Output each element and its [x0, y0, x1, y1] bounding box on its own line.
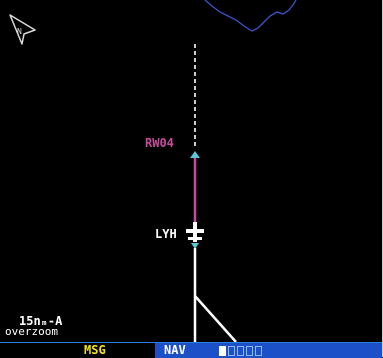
north-arrow-icon[interactable]: N — [9, 14, 36, 45]
route-lines — [193, 248, 237, 342]
map-scale: 15nₘ-A overzoom — [5, 315, 62, 337]
scale-note: overzoom — [5, 325, 58, 338]
waypoint-triangle-icon[interactable] — [190, 151, 200, 158]
terrain-outline — [204, 0, 297, 32]
gps-map-screen: N RW04 LYH 15nₘ-A overzoom MSG NAV — [0, 0, 383, 358]
svg-text:N: N — [17, 27, 22, 36]
status-bar: MSG NAV — [0, 342, 382, 358]
airport-icon[interactable] — [186, 222, 204, 242]
msg-annunciator[interactable]: MSG — [70, 343, 155, 358]
nav-page-group[interactable]: NAV — [155, 343, 382, 358]
page-segment — [219, 346, 226, 356]
page-segment — [246, 346, 253, 356]
moving-map: N — [9, 0, 297, 342]
waypoint-label[interactable]: RW04 — [145, 137, 174, 149]
page-segment — [255, 346, 262, 356]
page-indicator — [219, 346, 262, 356]
nav-label: NAV — [164, 343, 186, 357]
msg-label: MSG — [84, 343, 106, 357]
page-segment — [228, 346, 235, 356]
page-segment — [237, 346, 244, 356]
airport-label[interactable]: LYH — [155, 228, 177, 240]
